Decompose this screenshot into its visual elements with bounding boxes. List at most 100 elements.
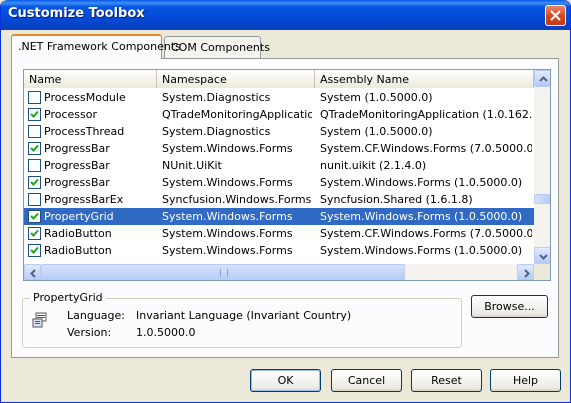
list-rows: ProcessModule System.Diagnostics System … <box>24 89 534 264</box>
ok-button-label: OK <box>277 374 294 387</box>
row-assembly: Syncfusion.Shared (1.6.1.8) <box>320 193 473 206</box>
row-name: Processor <box>44 108 97 121</box>
table-row[interactable]: RadioButton System.Windows.Forms System.… <box>24 225 534 242</box>
row-assembly: QTradeMonitoringApplication (1.0.162... <box>320 108 532 121</box>
row-assembly: System (1.0.5000.0) <box>320 91 433 104</box>
row-checkbox[interactable] <box>28 108 41 121</box>
scroll-right-button[interactable] <box>517 264 534 280</box>
row-namespace: System.Windows.Forms <box>162 142 293 155</box>
row-namespace: System.Diagnostics <box>162 91 271 104</box>
table-row[interactable]: Processor QTradeMonitoringApplicatio... … <box>24 106 534 123</box>
window-title: Customize Toolbox <box>8 6 145 21</box>
row-namespace: NUnit.UiKit <box>162 159 222 172</box>
ok-button[interactable]: OK <box>250 369 321 392</box>
scroll-left-button[interactable] <box>24 264 41 280</box>
table-row[interactable]: ProcessModule System.Diagnostics System … <box>24 89 534 106</box>
row-name: RadioButton <box>44 227 112 240</box>
title-bar[interactable]: Customize Toolbox <box>1 0 570 30</box>
chevron-left-icon <box>30 269 36 278</box>
column-header-namespace[interactable]: Namespace <box>157 70 315 88</box>
row-namespace: System.Windows.Forms <box>162 227 293 240</box>
horizontal-scrollbar[interactable] <box>24 264 534 280</box>
language-value: Invariant Language (Invariant Country) <box>136 309 352 322</box>
column-header-assembly[interactable]: Assembly Name <box>315 70 534 88</box>
scroll-down-button[interactable] <box>534 247 550 264</box>
table-row[interactable]: ProgressBar NUnit.UiKit nunit.uikit (2.1… <box>24 157 534 174</box>
column-header-name[interactable]: Name <box>24 70 157 88</box>
scroll-up-button[interactable] <box>534 70 550 87</box>
component-icon <box>32 312 47 328</box>
row-name: RadioButton <box>44 244 112 257</box>
tab-dotnet-components[interactable]: .NET Framework Components <box>11 34 181 59</box>
reset-button-label: Reset <box>431 374 462 387</box>
row-name: ProcessThread <box>44 125 125 138</box>
checkmark-icon <box>30 212 39 220</box>
row-namespace: QTradeMonitoringApplicatio... <box>162 108 312 121</box>
row-name: ProgressBar <box>44 159 110 172</box>
row-assembly: System.Windows.Forms (1.0.5000.0) <box>320 244 523 257</box>
version-label: Version: <box>67 326 112 339</box>
cancel-button[interactable]: Cancel <box>331 369 402 392</box>
browse-button[interactable]: Browse... <box>471 295 548 318</box>
row-checkbox[interactable] <box>28 142 41 155</box>
row-name: ProgressBar <box>44 142 110 155</box>
scroll-grip-icon <box>220 269 228 277</box>
row-checkbox[interactable] <box>28 176 41 189</box>
row-name: ProgressBar <box>44 176 110 189</box>
row-checkbox[interactable] <box>28 159 41 172</box>
table-row[interactable]: ProgressBar System.Windows.Forms System.… <box>24 140 534 157</box>
table-row[interactable]: PropertyGrid System.Windows.Forms System… <box>24 208 534 225</box>
row-checkbox[interactable] <box>28 244 41 257</box>
horizontal-scroll-thumb[interactable] <box>41 264 405 280</box>
table-row[interactable]: RadioButton System.Windows.Forms System.… <box>24 242 534 259</box>
row-assembly: System (1.0.5000.0) <box>320 125 433 138</box>
customize-toolbox-window: Customize Toolbox .NET Framework Compone… <box>0 0 571 403</box>
cancel-button-label: Cancel <box>347 374 386 387</box>
table-row[interactable]: ProgressBarEx Syncfusion.Windows.Forms..… <box>24 191 534 208</box>
scrollbar-corner <box>534 264 550 280</box>
row-namespace: System.Diagnostics <box>162 125 271 138</box>
row-assembly: System.Windows.Forms (1.0.5000.0) <box>320 210 523 223</box>
row-assembly: System.CF.Windows.Forms (7.0.5000.0) <box>320 227 532 240</box>
row-checkbox[interactable] <box>28 125 41 138</box>
version-value: 1.0.5000.0 <box>136 326 196 339</box>
tab-label: COM Components <box>171 41 270 54</box>
table-row[interactable]: ProgressBar System.Windows.Forms System.… <box>24 174 534 191</box>
close-button[interactable] <box>545 5 566 26</box>
checkmark-icon <box>30 246 39 254</box>
row-name: ProgressBarEx <box>44 193 124 206</box>
row-checkbox[interactable] <box>28 91 41 104</box>
checkmark-icon <box>30 144 39 152</box>
table-row[interactable]: ProcessThread System.Diagnostics System … <box>24 123 534 140</box>
chevron-right-icon <box>524 269 530 278</box>
component-details-group <box>22 298 462 348</box>
row-namespace: System.Windows.Forms <box>162 176 293 189</box>
components-list[interactable]: Name Namespace Assembly Name ProcessModu… <box>23 69 551 281</box>
vertical-scrollbar[interactable] <box>534 70 550 264</box>
row-assembly: System.Windows.Forms (1.0.5000.0) <box>320 176 523 189</box>
row-assembly: System.CF.Windows.Forms (7.0.5000.0) <box>320 142 532 155</box>
checkmark-icon <box>30 229 39 237</box>
vertical-scroll-thumb[interactable] <box>534 194 550 204</box>
tab-label: .NET Framework Components <box>18 40 181 53</box>
row-namespace: Syncfusion.Windows.Forms.... <box>162 193 312 206</box>
row-checkbox[interactable] <box>28 227 41 240</box>
browse-button-label: Browse... <box>484 300 535 313</box>
checkmark-icon <box>30 178 39 186</box>
row-assembly: nunit.uikit (2.1.4.0) <box>320 159 427 172</box>
language-label: Language: <box>67 309 125 322</box>
row-name: ProcessModule <box>44 91 126 104</box>
row-checkbox[interactable] <box>28 193 41 206</box>
details-group-title: PropertyGrid <box>30 291 106 304</box>
reset-button[interactable]: Reset <box>411 369 482 392</box>
checkmark-icon <box>30 110 39 118</box>
row-namespace: System.Windows.Forms <box>162 210 293 223</box>
chevron-down-icon <box>539 254 548 260</box>
row-checkbox[interactable] <box>28 210 41 223</box>
help-button[interactable]: Help <box>490 369 561 392</box>
row-namespace: System.Windows.Forms <box>162 244 293 257</box>
close-x-icon <box>550 10 561 21</box>
list-header: Name Namespace Assembly Name <box>24 70 534 88</box>
help-button-label: Help <box>512 374 539 387</box>
chevron-up-icon <box>539 76 548 82</box>
